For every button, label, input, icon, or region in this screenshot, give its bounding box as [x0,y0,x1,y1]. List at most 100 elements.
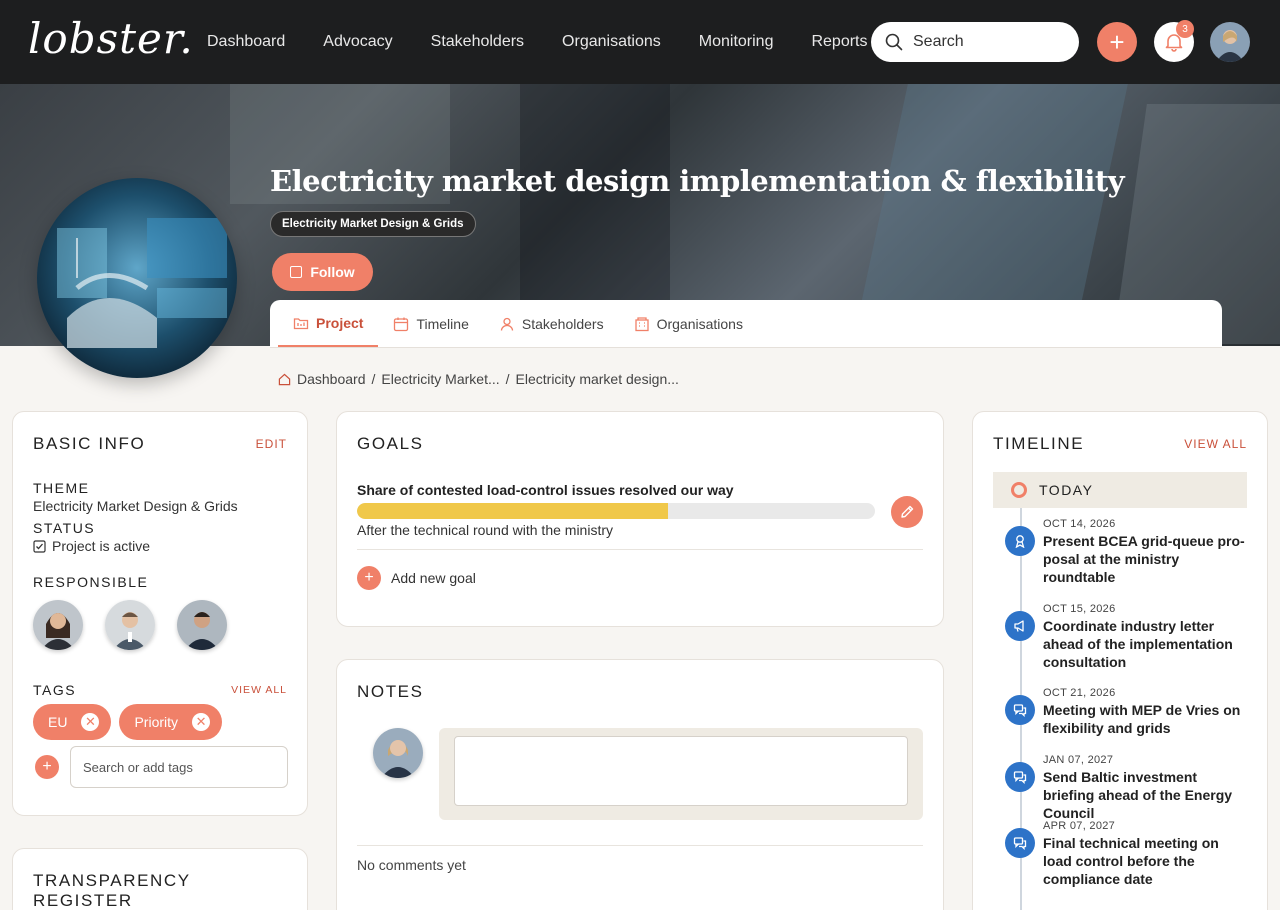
tab-project-label: Project [316,314,364,331]
tag-search-input[interactable] [70,746,288,788]
tags-view-all-link[interactable]: VIEW ALL [231,684,287,696]
timeline-date: OCT 15, 2026 [1043,603,1116,615]
checkbox-checked-icon [33,539,46,553]
add-goal-button[interactable]: + Add new goal [357,566,476,590]
add-tag-button[interactable]: + [35,755,59,779]
notes-title: NOTES [357,682,424,701]
note-composer [439,728,923,820]
project-image [37,178,237,378]
timeline-date: JAN 07, 2027 [1043,754,1114,766]
project-tabs: Project Timeline Stakeholders Organisati… [270,300,1222,348]
edit-goal-button[interactable] [891,496,923,528]
chat-icon [1005,695,1035,725]
goal-description: After the technical round with the minis… [357,522,614,538]
breadcrumb-item[interactable]: Electricity Market... [381,371,499,387]
checkbox-icon [290,266,303,278]
basic-info-title: BASIC INFO [33,434,146,453]
basic-info-card: BASIC INFO EDIT THEME Electricity Market… [12,411,308,816]
chat-icon [1005,828,1035,858]
tab-organisations-label: Organisations [656,315,743,332]
building-icon [634,316,649,331]
breadcrumb-item-current: Electricity market design... [515,371,679,387]
timeline-date: APR 07, 2027 [1043,820,1116,832]
nav-dashboard[interactable]: Dashboard [207,33,285,51]
nav-advocacy[interactable]: Advocacy [323,33,392,51]
app-logo[interactable]: lobster. [28,14,194,63]
timeline-item[interactable]: OCT 14, 2026 Present BCEA grid-queue pro… [1005,518,1245,586]
theme-value: Electricity Market Design & Grids [33,498,238,514]
status-label: STATUS [33,520,96,536]
follow-label: Follow [310,264,355,280]
timeline-text: Meeting with MEP de Vries on flexibility… [1043,702,1241,736]
timeline-item[interactable]: APR 07, 2027 Final technical meeting on … [1005,820,1245,888]
tag-list: EU ✕ Priority ✕ [33,704,287,740]
tag-chip[interactable]: Priority ✕ [119,704,223,740]
theme-label: THEME [33,480,90,496]
theme-chip[interactable]: Electricity Market Design & Grids [270,211,476,237]
goal-progress-fill [357,503,668,519]
avatar [373,728,423,778]
goals-title: GOALS [357,434,424,453]
responsible-list [33,600,287,650]
nav-stakeholders[interactable]: Stakeholders [431,33,524,51]
breadcrumb-item[interactable]: Dashboard [297,371,366,387]
follow-button[interactable]: Follow [272,253,373,291]
timeline-item[interactable]: JAN 07, 2027 Send Baltic investment brie… [1005,754,1245,822]
responsible-label: RESPONSIBLE [33,574,149,590]
top-bar: lobster. Dashboard Advocacy Stakeholders… [0,0,1280,84]
search-icon [885,33,903,51]
megaphone-icon [1005,611,1035,641]
user-avatar[interactable] [1210,22,1250,62]
plus-icon: + [1109,26,1125,57]
status-value: Project is active [33,538,287,554]
project-title: Electricity market design implementation… [270,164,1125,198]
notes-card: NOTES No comments yet [336,659,944,910]
close-icon[interactable]: ✕ [81,713,100,731]
tab-timeline[interactable]: Timeline [378,300,483,347]
tab-stakeholders-label: Stakeholders [521,315,604,332]
goal-title[interactable]: Share of contested load-control issues r… [357,482,923,498]
folder-icon [293,317,309,329]
tags-label: TAGS [33,682,77,698]
timeline-item[interactable]: OCT 21, 2026 Meeting with MEP de Vries o… [1005,687,1245,737]
timeline-view-all-link[interactable]: VIEW ALL [1184,437,1247,451]
note-input[interactable] [454,736,908,806]
tab-organisations[interactable]: Organisations [619,300,758,347]
tab-project[interactable]: Project [278,300,379,347]
tag-chip[interactable]: EU ✕ [33,704,112,740]
nav-monitoring[interactable]: Monitoring [699,33,774,51]
timeline-text: Present BCEA grid-queue pro-posal at the… [1043,533,1245,585]
transparency-card: TRANSPARENCY REGISTER [12,848,308,910]
chat-icon [1005,762,1035,792]
tab-timeline-label: Timeline [416,315,469,332]
goal-progress-bar [357,503,875,519]
close-icon[interactable]: ✕ [192,713,211,731]
plus-icon: + [357,566,381,590]
edit-link[interactable]: EDIT [256,437,287,451]
avatar[interactable] [33,600,83,650]
timeline-card: TIMELINE VIEW ALL TODAY OCT 14, 2026 Pre… [972,411,1268,910]
search-box[interactable] [871,22,1079,62]
plus-icon: + [42,758,52,775]
breadcrumb: Dashboard / Electricity Market... / Elec… [278,371,679,387]
avatar[interactable] [177,600,227,650]
ribbon-icon [1005,526,1035,556]
today-icon [1011,482,1027,498]
timeline-title: TIMELINE [993,434,1085,453]
transparency-title: TRANSPARENCY REGISTER [33,871,191,910]
main-nav: Dashboard Advocacy Stakeholders Organisa… [207,0,906,84]
tab-stakeholders[interactable]: Stakeholders [484,300,619,347]
timeline-date: OCT 21, 2026 [1043,687,1116,699]
pencil-icon [901,505,914,518]
create-button[interactable]: + [1097,22,1137,62]
goals-card: GOALS Share of contested load-control is… [336,411,944,627]
timeline-date: OCT 14, 2026 [1043,518,1116,530]
person-icon [500,317,514,331]
today-marker: TODAY [993,472,1247,508]
nav-reports[interactable]: Reports [811,33,867,51]
timeline-item[interactable]: OCT 15, 2026 Coordinate industry letter … [1005,603,1245,671]
calendar-icon [394,317,409,331]
search-input[interactable] [913,33,1063,51]
avatar[interactable] [105,600,155,650]
nav-organisations[interactable]: Organisations [562,33,661,51]
